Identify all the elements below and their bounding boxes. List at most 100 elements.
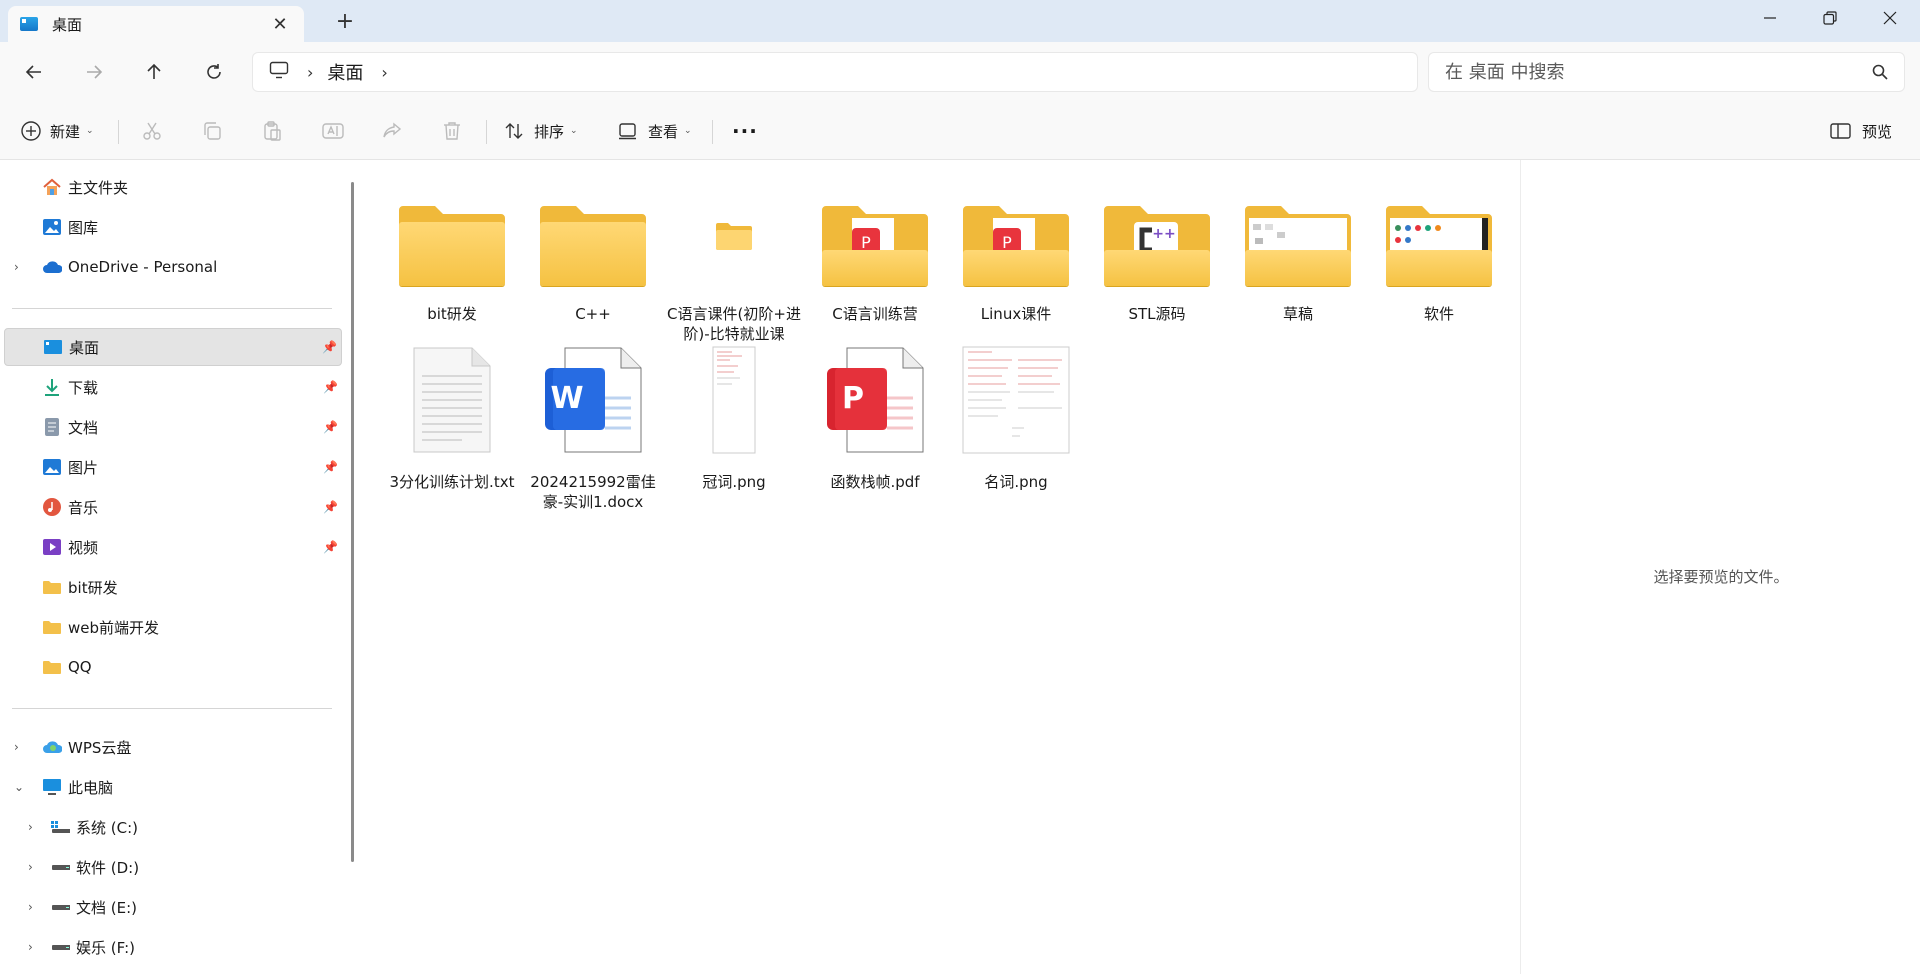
sidebar-item-drive-c[interactable]: › 系统 (C:): [4, 808, 342, 846]
drive-icon: [50, 897, 70, 917]
folder-icon: [716, 223, 752, 250]
file-item[interactable]: 软件: [1369, 186, 1509, 324]
drive-icon: [50, 857, 70, 877]
file-item[interactable]: P C语言训练营: [805, 186, 945, 324]
pin-icon[interactable]: 📌: [322, 340, 337, 354]
copy-button[interactable]: [202, 114, 222, 148]
rename-button[interactable]: [322, 114, 344, 148]
chevron-right-icon[interactable]: ›: [28, 900, 46, 914]
sidebar-item-drive-d[interactable]: › 软件 (D:): [4, 848, 342, 886]
folder-icon: [42, 577, 62, 597]
file-name: C++: [575, 305, 611, 323]
pin-icon[interactable]: 📌: [323, 500, 338, 514]
close-tab-icon[interactable]: ✕: [268, 14, 292, 35]
chevron-right-icon[interactable]: ›: [28, 940, 46, 954]
back-button[interactable]: [18, 56, 50, 88]
copy-icon: [204, 122, 221, 140]
file-item[interactable]: C++: [523, 186, 663, 324]
file-name: 3分化训练计划.txt: [389, 473, 515, 491]
chevron-right-icon[interactable]: ›: [14, 740, 32, 754]
address-bar[interactable]: › 桌面 ›: [252, 52, 1418, 92]
search-box[interactable]: [1428, 52, 1905, 92]
pin-icon[interactable]: 📌: [323, 380, 338, 394]
file-item[interactable]: C语言课件(初阶+进阶)-比特就业课: [664, 186, 804, 344]
share-button[interactable]: [382, 114, 402, 148]
navigation-bar: › 桌面 ›: [0, 42, 1920, 102]
sidebar-item-pictures[interactable]: 图片 📌: [4, 448, 342, 486]
pin-icon[interactable]: 📌: [323, 540, 338, 554]
picture-icon: [42, 457, 62, 477]
sidebar-item-this-pc[interactable]: ⌄ 此电脑: [4, 768, 342, 806]
computer-icon: [42, 777, 62, 797]
cut-button[interactable]: [142, 114, 162, 148]
scrollbar-thumb[interactable]: [351, 182, 354, 862]
file-name: 草稿: [1282, 305, 1313, 323]
breadcrumb-desktop[interactable]: 桌面: [327, 59, 363, 85]
folder-image-icon: [1245, 204, 1351, 286]
view-button[interactable]: 查看 ⌄: [618, 114, 692, 148]
file-item[interactable]: P 函数栈帧.pdf: [805, 344, 945, 492]
preview-pane-icon: [1830, 123, 1851, 139]
sidebar-item-wps-cloud[interactable]: › WPS云盘: [4, 728, 342, 766]
folder-pdf-icon: P: [963, 204, 1069, 286]
file-item[interactable]: ++ STL源码: [1087, 186, 1227, 324]
file-item[interactable]: 3分化训练计划.txt: [382, 344, 522, 492]
new-button[interactable]: 新建 ⌄: [20, 114, 94, 148]
refresh-icon: [207, 64, 221, 79]
plus-circle-icon: [21, 121, 41, 141]
sidebar-item-drive-e[interactable]: › 文档 (E:): [4, 888, 342, 926]
sidebar-item-drive-f[interactable]: › 娱乐 (F:): [4, 928, 342, 966]
folder-icon: [42, 617, 62, 637]
sidebar-item-qq[interactable]: QQ: [4, 648, 342, 686]
sidebar-scrollbar[interactable]: [350, 160, 366, 974]
sidebar-item-gallery[interactable]: 图库: [4, 208, 342, 246]
pin-icon[interactable]: 📌: [323, 420, 338, 434]
sidebar-item-bit[interactable]: bit研发: [4, 568, 342, 606]
breadcrumb-chevron-icon[interactable]: ›: [381, 63, 387, 82]
file-item[interactable]: 冠词.png: [664, 344, 804, 492]
file-item[interactable]: 草稿: [1228, 186, 1368, 324]
paste-button[interactable]: [262, 114, 282, 148]
preview-button-label: 预览: [1862, 122, 1893, 141]
file-item[interactable]: 名词.png: [946, 344, 1086, 492]
sidebar-item-web[interactable]: web前端开发: [4, 608, 342, 646]
sidebar-item-downloads[interactable]: 下载 📌: [4, 368, 342, 406]
minimize-button[interactable]: [1740, 0, 1800, 36]
sidebar-item-desktop[interactable]: 桌面 📌: [4, 328, 342, 366]
gallery-icon: [42, 217, 62, 237]
pin-icon[interactable]: 📌: [323, 460, 338, 474]
breadcrumb-separator-icon[interactable]: ›: [307, 63, 313, 82]
up-button[interactable]: [138, 56, 170, 88]
sidebar-item-documents[interactable]: 文档 📌: [4, 408, 342, 446]
chevron-down-icon[interactable]: ⌄: [14, 780, 32, 794]
file-item[interactable]: P Linux课件: [946, 186, 1086, 324]
file-item[interactable]: W 2024215992雷佳豪-实训1.docx: [523, 344, 663, 512]
tab-desktop[interactable]: 桌面 ✕: [8, 6, 304, 42]
computer-icon[interactable]: [269, 61, 289, 83]
more-options-button[interactable]: ···: [732, 114, 758, 148]
sidebar-item-music[interactable]: 音乐 📌: [4, 488, 342, 526]
sidebar-item-label: 娱乐 (F:): [76, 938, 135, 957]
search-input[interactable]: [1445, 61, 1872, 83]
chevron-right-icon[interactable]: ›: [28, 820, 46, 834]
sidebar-item-onedrive[interactable]: › OneDrive - Personal: [4, 248, 342, 286]
close-window-button[interactable]: [1860, 0, 1920, 36]
chevron-right-icon[interactable]: ›: [28, 860, 46, 874]
sidebar-item-home[interactable]: 主文件夹: [4, 168, 342, 206]
new-tab-button[interactable]: +: [330, 8, 360, 36]
preview-button[interactable]: 预览: [1830, 114, 1892, 148]
delete-button[interactable]: [442, 114, 462, 148]
sidebar-item-videos[interactable]: 视频 📌: [4, 528, 342, 566]
folder-pdf-icon: P: [822, 204, 928, 286]
chevron-right-icon[interactable]: ›: [14, 260, 32, 274]
refresh-button[interactable]: [198, 56, 230, 88]
home-icon: [42, 177, 62, 197]
file-item[interactable]: bit研发: [382, 186, 522, 324]
sidebar-item-label: 视频: [68, 538, 99, 557]
file-name: bit研发: [427, 305, 477, 323]
sort-button[interactable]: 排序 ⌄: [504, 114, 578, 148]
sidebar-item-label: QQ: [68, 658, 92, 676]
scissors-icon: [143, 122, 161, 140]
forward-button[interactable]: [78, 56, 110, 88]
restore-button[interactable]: [1800, 0, 1860, 36]
